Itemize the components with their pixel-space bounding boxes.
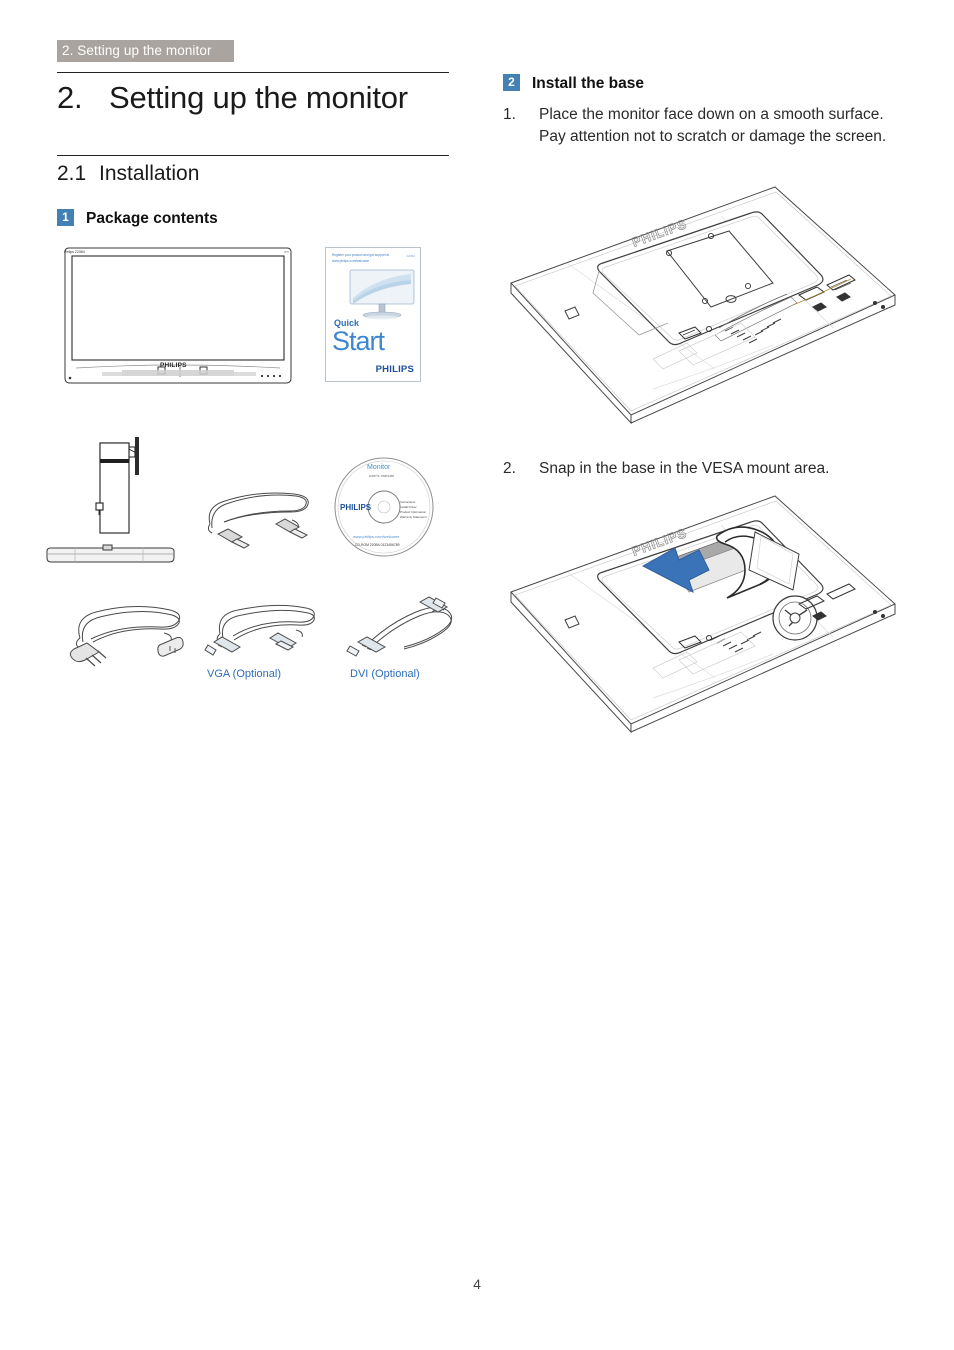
section-number: 2.1	[57, 162, 87, 185]
booklet-register-line2: www.philips.com/welcome	[332, 259, 370, 263]
cd-barcode-text: CD-ROM 220B4 0123456789	[355, 543, 400, 547]
divider-top	[57, 72, 449, 73]
booklet-brand: PHILIPS	[375, 364, 414, 375]
booklet-start-text: Start	[332, 326, 385, 356]
cd-brand: PHILIPS	[340, 503, 372, 512]
chapter-title-text: Setting up the monitor	[109, 80, 408, 115]
page-title: 2. Setting up the monitor	[57, 80, 457, 116]
badge-2: 2	[503, 74, 520, 91]
booklet-monitor-art	[349, 269, 415, 320]
cd-subtitle: user's manual	[369, 473, 394, 478]
step-1-number: 1.	[503, 106, 516, 123]
figure-dvi-cable	[336, 596, 454, 662]
figure-monitor-front: Philips 220B4 IPS	[62, 246, 294, 391]
step-1: 1. Place the monitor face down on a smoo…	[503, 104, 903, 148]
booklet-model-code: 220B4	[406, 254, 415, 258]
booklet-register-line1: Register your product and get support at	[332, 253, 390, 257]
section-title-text: Installation	[99, 162, 200, 185]
divider-section	[57, 155, 449, 156]
step-2-number: 2.	[503, 460, 516, 477]
svg-text:IPS: IPS	[284, 250, 289, 254]
step-1-text: Place the monitor face down on a smooth …	[539, 106, 887, 145]
figure-power-cable	[58, 600, 184, 667]
caption-dvi: DVI (Optional)	[350, 668, 420, 680]
svg-text:Philips 220B4: Philips 220B4	[64, 250, 85, 254]
subsection-install-base: 2 Install the base	[503, 74, 644, 93]
running-header: 2. Setting up the monitor	[57, 40, 234, 62]
cd-title: Monitor	[367, 464, 391, 471]
figure-audio-cable	[196, 478, 314, 549]
subsection-package-contents: 1 Package contents	[57, 209, 218, 228]
cd-side-lines: Instructions Install Driver Product Info…	[400, 500, 427, 520]
cd-url: www.philips.com/welcome	[353, 534, 400, 539]
caption-vga: VGA (Optional)	[207, 668, 281, 680]
figure-base-plate	[43, 543, 178, 568]
chapter-number: 2.	[57, 80, 83, 115]
step-2: 2. Snap in the base in the VESA mount ar…	[503, 458, 903, 480]
figure-monitor-facedown: PHILIPS	[503, 183, 901, 425]
section-heading: 2.1 Installation	[57, 162, 199, 186]
figure-snap-in-base: PHILIPS	[503, 492, 901, 734]
document-page: 2. Setting up the monitor 2. Setting up t…	[0, 0, 954, 1350]
subsection-label: Install the base	[532, 75, 644, 92]
figure-quick-start-booklet: Register your product and get support at…	[325, 247, 421, 382]
step-2-text: Snap in the base in the VESA mount area.	[539, 460, 830, 477]
figure-stand-column	[78, 425, 158, 534]
monitor-brand-logo: PHILIPS	[160, 362, 187, 369]
badge-1: 1	[57, 209, 74, 226]
figure-vga-cable	[196, 600, 315, 662]
subsection-label: Package contents	[86, 210, 218, 227]
page-number: 4	[473, 1276, 481, 1292]
